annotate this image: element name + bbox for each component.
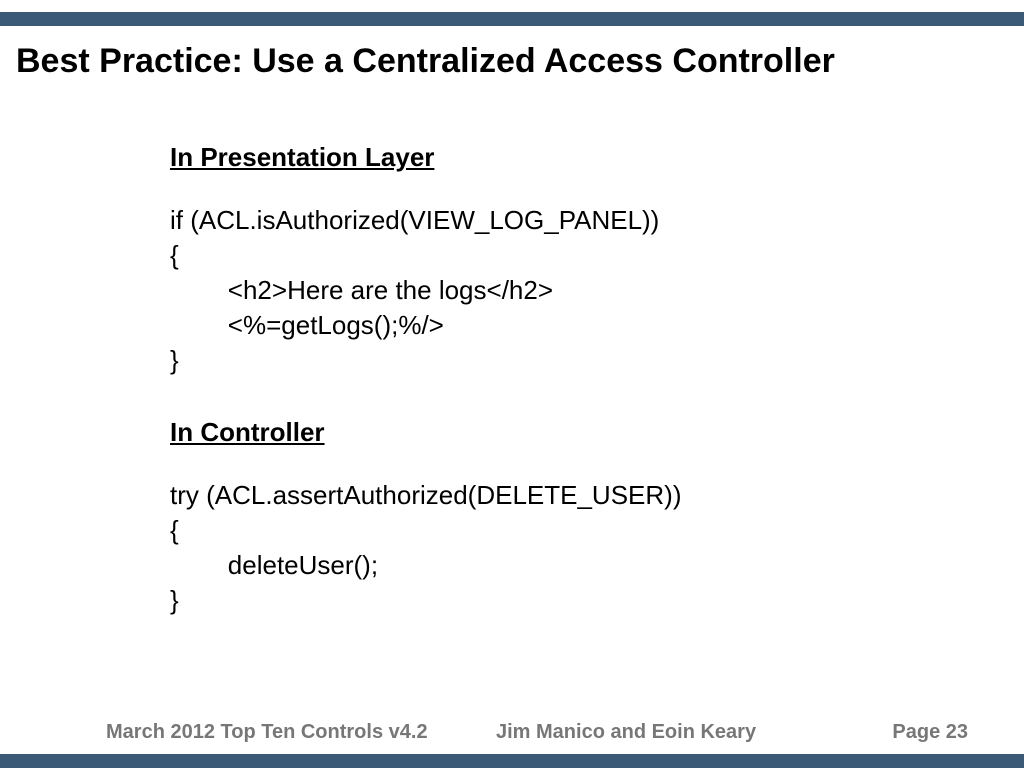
top-bar	[0, 12, 1024, 26]
footer-right: Page 23	[892, 721, 968, 744]
controller-code: try (ACL.assertAuthorized(DELETE_USER)) …	[170, 478, 681, 618]
presentation-code: if (ACL.isAuthorized(VIEW_LOG_PANEL)) { …	[170, 203, 681, 378]
footer-center: Jim Manico and Eoin Keary	[496, 721, 756, 744]
slide-title: Best Practice: Use a Centralized Access …	[16, 42, 1008, 81]
footer-bar	[0, 754, 1024, 768]
footer-left: March 2012 Top Ten Controls v4.2	[106, 721, 428, 744]
controller-heading: In Controller	[170, 415, 681, 450]
slide-content: In Presentation Layer if (ACL.isAuthoriz…	[170, 140, 681, 654]
presentation-heading: In Presentation Layer	[170, 140, 681, 175]
